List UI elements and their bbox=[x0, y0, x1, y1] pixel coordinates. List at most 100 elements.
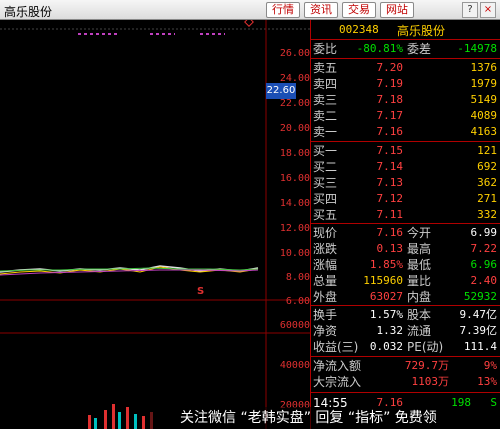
level-price: 7.15 bbox=[376, 144, 404, 157]
buy-level-row: 买二 7.14 692 bbox=[311, 159, 500, 175]
level-price: 7.16 bbox=[376, 125, 404, 138]
price-tick: 26.00 bbox=[279, 48, 310, 59]
quote-value: 0.13 bbox=[376, 242, 404, 255]
close-button[interactable]: × bbox=[480, 2, 496, 18]
buy-level-row: 买四 7.12 271 bbox=[311, 191, 500, 207]
level-label: 卖三 bbox=[313, 93, 338, 107]
flow-percent: 9% bbox=[483, 359, 497, 372]
level-volume: 4089 bbox=[470, 109, 498, 122]
flow-label: 净流入额 bbox=[313, 359, 362, 373]
quote-label: 最高 bbox=[407, 242, 432, 256]
level-price: 7.19 bbox=[376, 77, 404, 90]
level-price: 7.20 bbox=[376, 61, 404, 74]
kline-chart[interactable]: 22.60 26.00 24.00 22.00 20.00 18.00 16.0… bbox=[0, 20, 310, 429]
price-tick: 10.00 bbox=[279, 248, 310, 259]
level-price: 7.11 bbox=[376, 208, 404, 221]
buy-level-row: 买五 7.11 332 bbox=[311, 207, 500, 223]
quote-value: 115960 bbox=[363, 274, 403, 287]
level-volume: 692 bbox=[477, 160, 497, 173]
quote-label: 涨跌 bbox=[313, 242, 338, 256]
quote-label: 今开 bbox=[407, 226, 432, 240]
level-volume: 332 bbox=[477, 208, 497, 221]
quote-row: 涨跌 0.13 最高 7.22 bbox=[311, 241, 500, 257]
quote-label: 量比 bbox=[407, 274, 432, 288]
quote-label: 涨幅 bbox=[313, 258, 338, 272]
window-titlebar: 高乐股份 行情 资讯 交易 网站 ? × bbox=[0, 0, 500, 20]
quote-row: 涨幅 1.85% 最低 6.96 bbox=[311, 257, 500, 273]
level-price: 7.14 bbox=[376, 160, 404, 173]
finance-row: 净资 1.32 流通 7.39亿 bbox=[311, 323, 500, 339]
level-volume: 4163 bbox=[470, 125, 498, 138]
quote-label: 现价 bbox=[313, 226, 338, 240]
level-volume: 362 bbox=[477, 176, 497, 189]
sell-level-row: 卖四 7.19 1979 bbox=[311, 76, 500, 92]
level-price: 7.12 bbox=[376, 192, 404, 205]
buy-level-row: 买一 7.15 121 bbox=[311, 143, 500, 159]
toolbar-button-market[interactable]: 行情 bbox=[266, 2, 300, 18]
price-tick: 22.00 bbox=[279, 98, 310, 109]
fund-flow-row: 净流入额 729.7万 9% bbox=[311, 358, 500, 374]
toolbar-button-news[interactable]: 资讯 bbox=[304, 2, 338, 18]
finance-value: 0.032 bbox=[369, 340, 403, 353]
diff-label: 委差 bbox=[407, 42, 432, 56]
flow-amount: 1103万 bbox=[411, 375, 450, 388]
finance-label: 股本 bbox=[407, 308, 432, 322]
volume-tick: 60000 bbox=[279, 320, 310, 331]
level-label: 卖一 bbox=[313, 125, 338, 139]
quote-label: 外盘 bbox=[313, 290, 338, 304]
quote-value: 7.22 bbox=[470, 242, 498, 255]
volume-tick: 40000 bbox=[279, 360, 310, 371]
diamond-icon[interactable] bbox=[244, 20, 254, 27]
level-volume: 121 bbox=[477, 144, 497, 157]
finance-value: 7.39亿 bbox=[459, 324, 498, 337]
finance-value: 111.4 bbox=[463, 340, 497, 353]
level-label: 买三 bbox=[313, 176, 338, 190]
finance-label: PE(动) bbox=[407, 340, 444, 354]
chart-canvas bbox=[0, 20, 310, 429]
sell-level-row: 卖一 7.16 4163 bbox=[311, 124, 500, 140]
stock-header: 002348 高乐股份 bbox=[311, 20, 500, 40]
quote-row: 外盘 63027 内盘 52932 bbox=[311, 289, 500, 305]
candlestick-series bbox=[0, 265, 259, 276]
quote-label: 内盘 bbox=[407, 290, 432, 304]
level-volume: 5149 bbox=[470, 93, 498, 106]
quote-row: 现价 7.16 今开 6.99 bbox=[311, 225, 500, 241]
quote-value: 6.99 bbox=[470, 226, 498, 239]
toolbar-button-website[interactable]: 网站 bbox=[380, 2, 414, 18]
finance-row: 收益(三) 0.032 PE(动) 111.4 bbox=[311, 339, 500, 355]
price-tick: 14.00 bbox=[279, 198, 310, 209]
price-tick: 8.00 bbox=[285, 272, 310, 283]
quote-label: 最低 bbox=[407, 258, 432, 272]
price-tick: 16.00 bbox=[279, 173, 310, 184]
flow-percent: 13% bbox=[477, 375, 497, 388]
toolbar-button-trade[interactable]: 交易 bbox=[342, 2, 376, 18]
finance-label: 流通 bbox=[407, 324, 432, 338]
buy-level-row: 买三 7.13 362 bbox=[311, 175, 500, 191]
quote-value: 6.96 bbox=[470, 258, 498, 271]
finance-value: 9.47亿 bbox=[459, 308, 498, 321]
quote-value: 63027 bbox=[369, 290, 403, 303]
fund-flow-row: 大宗流入 1103万 13% bbox=[311, 374, 500, 390]
level-label: 买五 bbox=[313, 208, 338, 222]
finance-row: 换手 1.57% 股本 9.47亿 bbox=[311, 307, 500, 323]
level-price: 7.13 bbox=[376, 176, 404, 189]
price-tick: 24.00 bbox=[279, 73, 310, 84]
level-label: 买四 bbox=[313, 192, 338, 206]
quote-value: 52932 bbox=[463, 290, 497, 303]
finance-value: 1.57% bbox=[369, 308, 403, 321]
sell-level-row: 卖三 7.18 5149 bbox=[311, 92, 500, 108]
diff-value: -14978 bbox=[457, 42, 497, 55]
price-tick: 6.00 bbox=[285, 296, 310, 307]
quote-panel: 002348 高乐股份 委比 -80.81% 委差 -14978 14:55 7… bbox=[310, 20, 500, 429]
watermark-banner: 关注微信 “老韩实盘” 回复 “指标” 免费领 bbox=[150, 407, 500, 429]
level-volume: 1376 bbox=[470, 61, 498, 74]
ratio-value: -80.81% bbox=[356, 42, 403, 55]
level-label: 卖二 bbox=[313, 109, 338, 123]
finance-value: 1.32 bbox=[376, 324, 404, 337]
level-price: 7.18 bbox=[376, 93, 404, 106]
finance-label: 净资 bbox=[313, 324, 338, 338]
sell-level-row: 卖五 7.20 1376 bbox=[311, 60, 500, 76]
price-badge: 22.60 bbox=[266, 83, 296, 99]
flow-amount: 729.7万 bbox=[404, 359, 449, 372]
help-button[interactable]: ? bbox=[462, 2, 478, 18]
